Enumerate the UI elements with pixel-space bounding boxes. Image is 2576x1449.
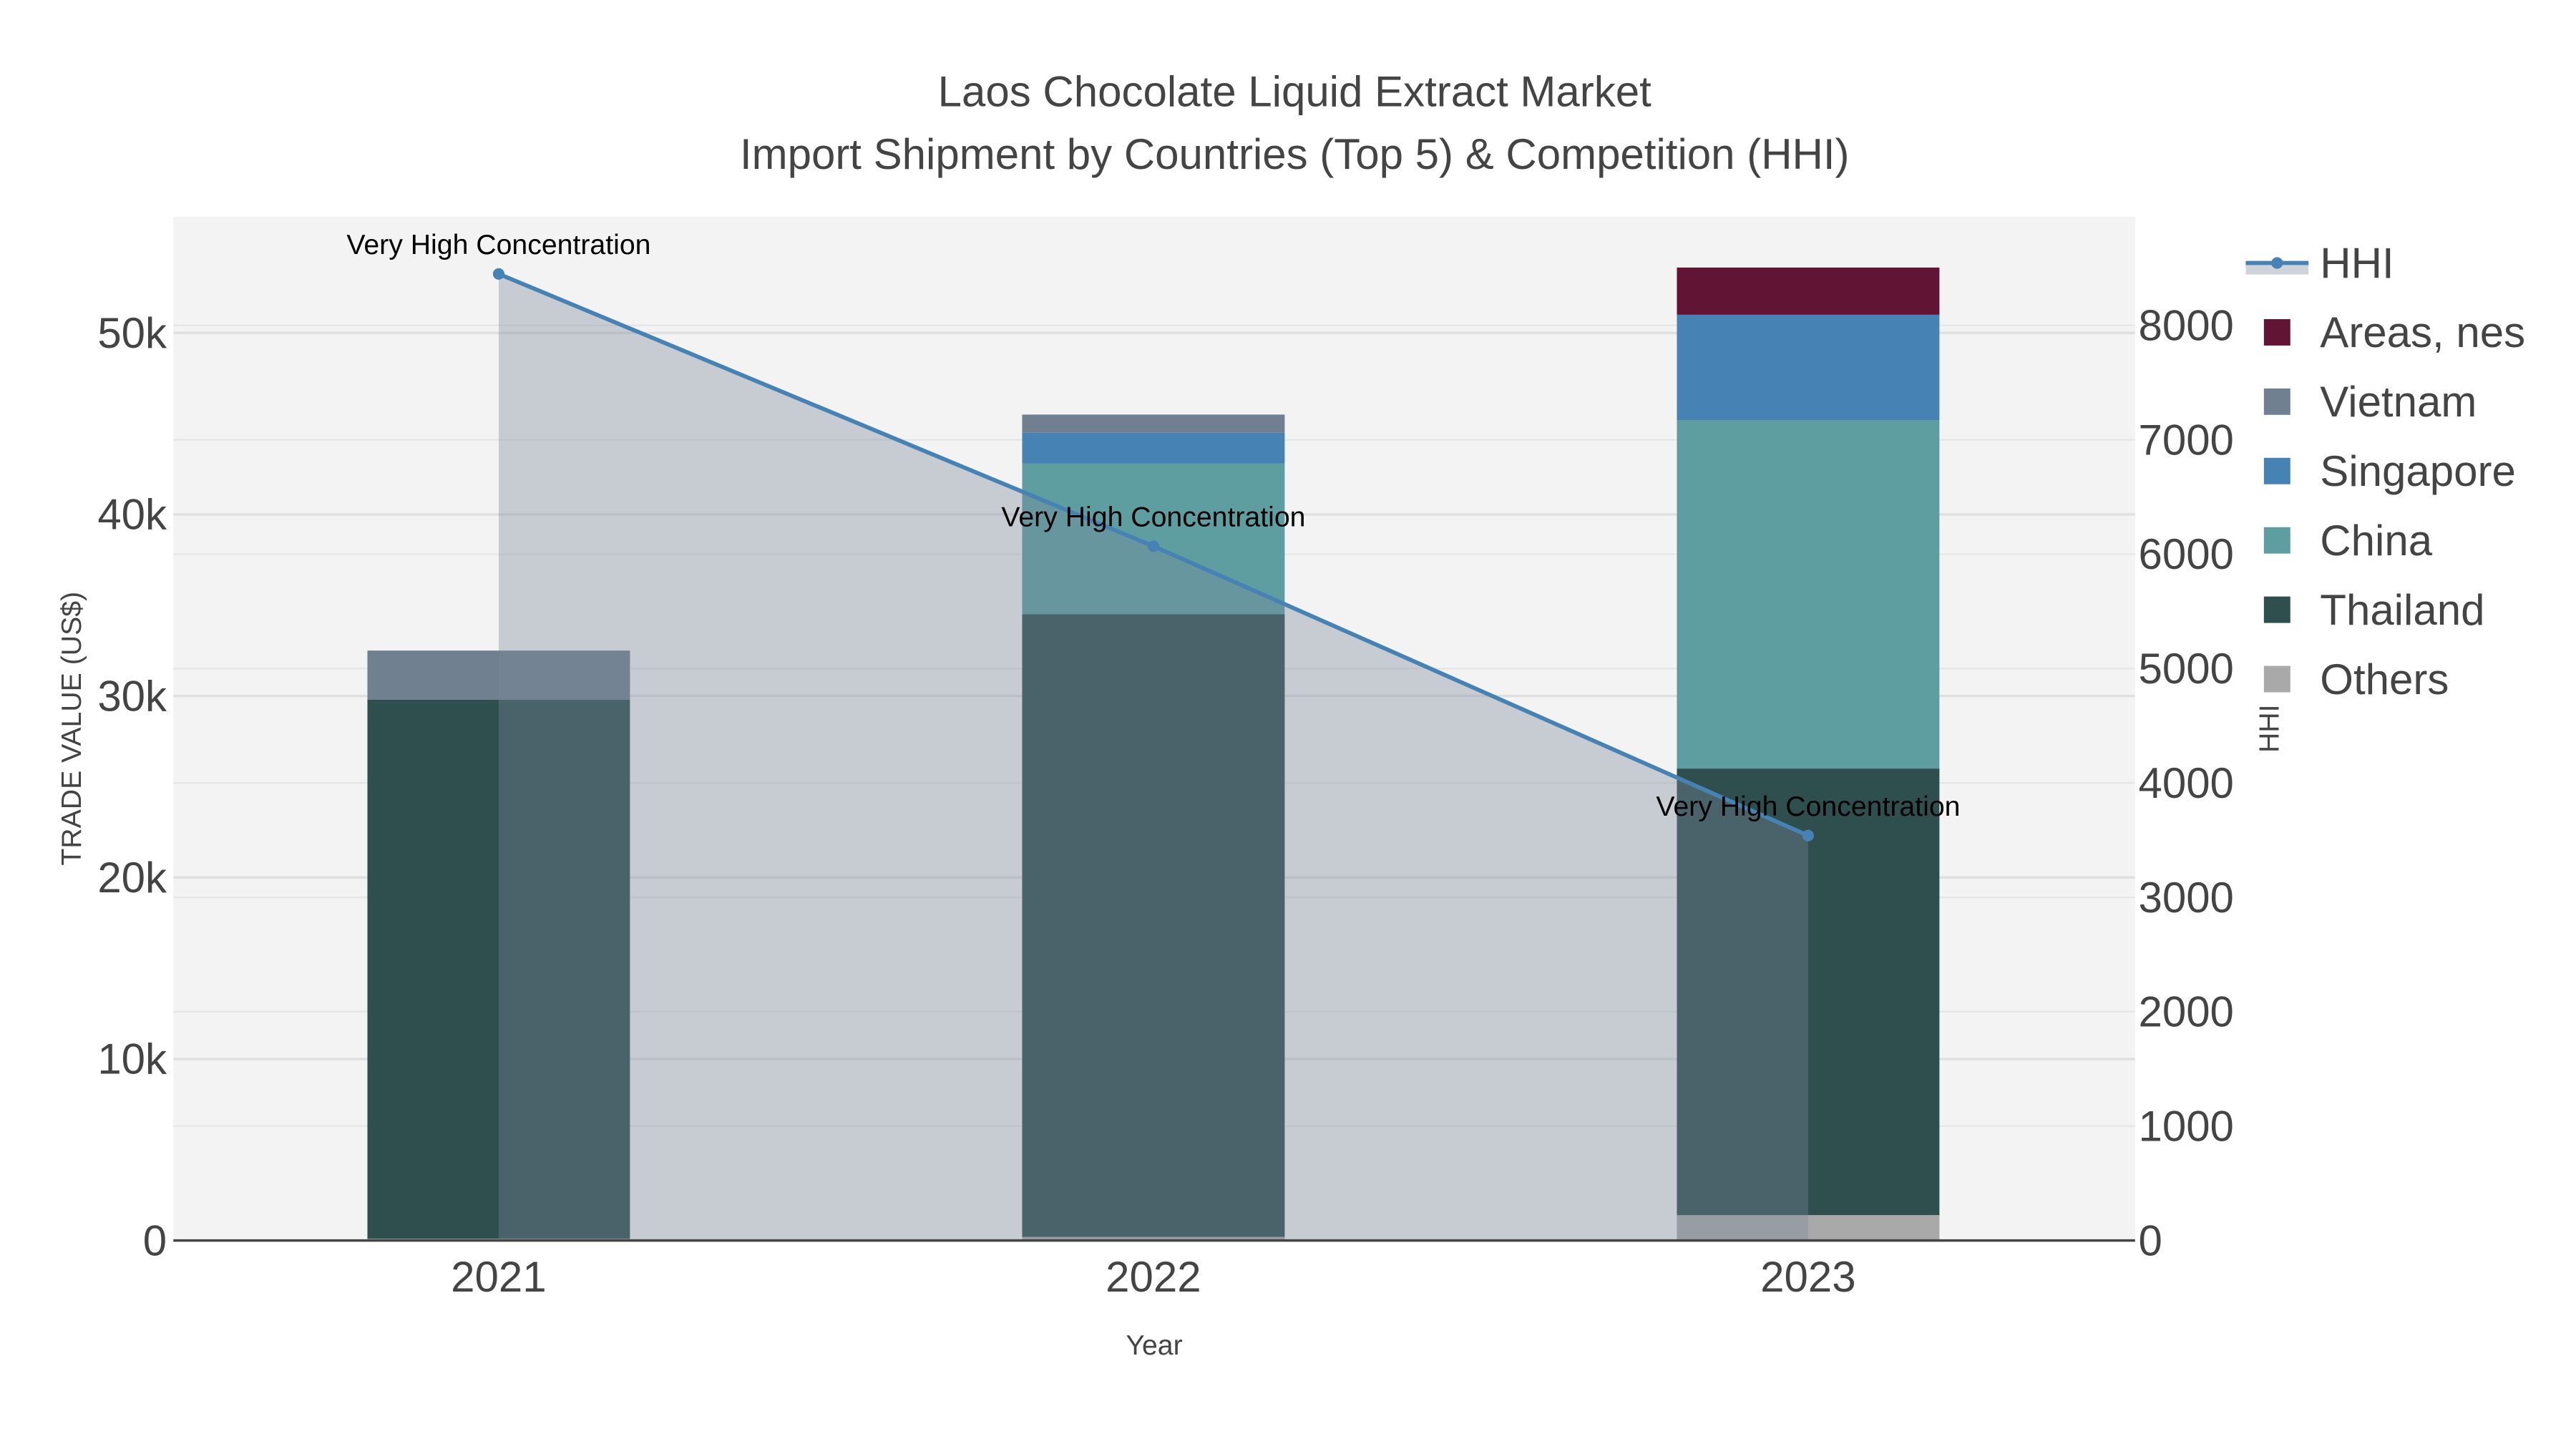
legend-swatch: [2263, 596, 2290, 623]
y-tick-label: 40k: [97, 491, 167, 539]
x-tick-label: 2022: [1106, 1253, 1201, 1301]
legend-label: Singapore: [2320, 447, 2516, 495]
legend-label: Thailand: [2320, 586, 2484, 634]
bar-china-2023: [1677, 420, 1940, 769]
y2-tick-label: 5000: [2138, 645, 2233, 693]
legend-label: Areas, nes: [2320, 308, 2525, 356]
y2-tick-label: 7000: [2138, 416, 2233, 464]
y2-tick-label: 4000: [2138, 759, 2233, 807]
y2-tick-label: 1000: [2138, 1103, 2233, 1151]
chart-title: Laos Chocolate Liquid Extract Market: [938, 67, 1652, 115]
y-tick-label: 50k: [97, 309, 167, 357]
x-tick-label: 2023: [1760, 1253, 1855, 1301]
legend-swatch: [2263, 527, 2290, 554]
bar-areas-nes-2023: [1677, 267, 1940, 315]
legend-hhi-marker: [2271, 257, 2283, 269]
legend-swatch: [2263, 388, 2290, 415]
legend-label: HHI: [2320, 239, 2394, 287]
hhi-point: [1802, 829, 1814, 841]
y2-tick-label: 3000: [2138, 874, 2233, 922]
legend-label: China: [2320, 517, 2432, 565]
hhi-annotation: Very High Concentration: [1001, 502, 1305, 533]
y2-axis-label: HHI: [2254, 704, 2285, 753]
legend-label: Vietnam: [2320, 378, 2477, 426]
legend-swatch: [2263, 457, 2290, 484]
x-axis-label: Year: [1126, 1330, 1182, 1361]
bar-singapore-2023: [1677, 314, 1940, 421]
y2-tick-label: 8000: [2138, 302, 2233, 350]
y2-tick-label: 6000: [2138, 530, 2233, 578]
y-axis-label: TRADE VALUE (US$): [56, 592, 87, 866]
legend-swatch: [2263, 318, 2290, 346]
chart: Laos Chocolate Liquid Extract Market Imp…: [0, 0, 2576, 1449]
bar-singapore-2022: [1022, 432, 1285, 464]
chart-subtitle: Import Shipment by Countries (Top 5) & C…: [740, 130, 1850, 178]
x-tick-label: 2021: [451, 1253, 546, 1301]
y-tick-label: 30k: [97, 672, 167, 720]
y-tick-label: 20k: [97, 854, 167, 902]
hhi-annotation: Very High Concentration: [346, 229, 650, 260]
y2-tick-label: 2000: [2138, 988, 2233, 1036]
y2-tick-label: 0: [2138, 1216, 2162, 1264]
bar-vietnam-2022: [1022, 414, 1285, 433]
y-tick-label: 0: [143, 1216, 167, 1264]
hhi-annotation: Very High Concentration: [1656, 791, 1960, 822]
legend-swatch: [2263, 665, 2290, 693]
hhi-point: [492, 268, 504, 280]
hhi-point: [1147, 540, 1159, 552]
y-tick-label: 10k: [97, 1035, 167, 1083]
legend-label: Others: [2320, 655, 2449, 703]
